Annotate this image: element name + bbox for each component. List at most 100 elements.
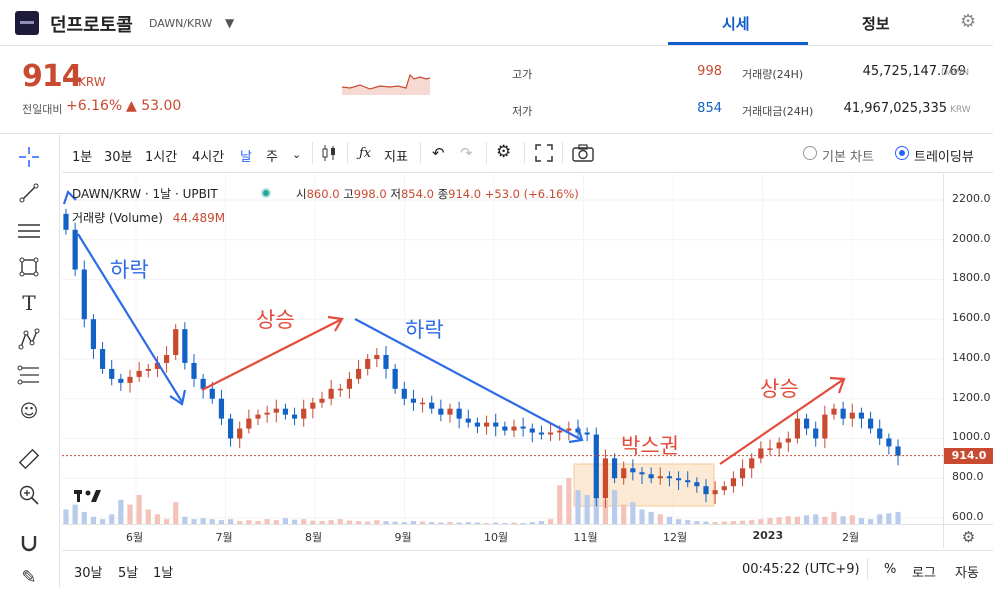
candle-body	[136, 370, 142, 377]
chevron-down-icon[interactable]: ▼	[225, 16, 234, 30]
interval-1h[interactable]: 1시간	[145, 146, 177, 165]
candle-body	[776, 442, 782, 449]
candle-body	[611, 458, 618, 479]
close-label: 종	[437, 187, 449, 201]
current-price-tag: 914.0	[944, 447, 993, 464]
volume-bar	[886, 513, 892, 524]
candle-body	[822, 414, 828, 439]
pattern-icon[interactable]	[15, 325, 43, 353]
bottom-bar: 30날 5날 1날 00:45:22 (UTC+9) % 로그 자동	[62, 550, 993, 587]
chart-canvas[interactable]: DAWN/KRW · 1날 · UPBIT 시860.0 고998.0 저854…	[62, 174, 943, 524]
price-tick-label: 800.0	[952, 470, 984, 484]
volume-bar	[648, 511, 654, 524]
coin-pair: DAWN/KRW	[149, 17, 213, 30]
interval-4h[interactable]: 4시간	[192, 146, 224, 165]
toolbar-divider	[867, 558, 868, 580]
toolbar-divider	[524, 142, 525, 164]
price-chart[interactable]	[62, 174, 943, 524]
time-tick-label: 12월	[663, 531, 688, 544]
current-price: 914	[22, 59, 83, 94]
trendline-icon[interactable]	[15, 179, 43, 207]
candle-style-icon[interactable]	[320, 143, 338, 167]
candle-body	[81, 269, 87, 320]
range-5d[interactable]: 5날	[118, 562, 138, 581]
candle-body	[739, 468, 746, 479]
annotation-arrows	[62, 189, 846, 465]
horizontal-lines-icon[interactable]	[15, 217, 43, 245]
indicators-button[interactable]: 지표	[384, 146, 408, 165]
interval-30min[interactable]: 30분	[104, 146, 133, 165]
annotation-box: 박스권	[621, 434, 679, 458]
candle-body	[621, 468, 627, 479]
price-axis[interactable]: 600.0 800.0 1000.0 1200.0 1400.0 1600.0 1800.0…	[943, 174, 993, 524]
undo-icon[interactable]: ↶	[432, 144, 445, 162]
auto-toggle[interactable]: 자동	[955, 562, 979, 581]
zoom-in-icon[interactable]	[15, 481, 43, 509]
candle-body	[374, 354, 380, 359]
basic-chart-label[interactable]: 기본 차트	[822, 146, 874, 165]
candle-body	[337, 388, 343, 391]
annotation-rise-1: 상승	[256, 308, 295, 332]
redo-icon[interactable]: ↷	[460, 144, 473, 162]
volume-bar	[118, 499, 124, 524]
magnet-icon[interactable]	[15, 529, 43, 557]
interval-day[interactable]: 날	[240, 146, 252, 165]
prediction-icon[interactable]	[15, 361, 43, 389]
tab-price[interactable]: 시세	[722, 13, 750, 34]
range-1d[interactable]: 1날	[153, 562, 173, 581]
tradingview-label[interactable]: 트레이딩뷰	[914, 146, 974, 165]
candle-body	[90, 319, 97, 350]
annotation-rise-2: 상승	[760, 377, 799, 401]
percent-toggle[interactable]: %	[884, 562, 896, 577]
change-label: 전일대비	[22, 103, 63, 116]
fullscreen-icon[interactable]	[535, 144, 553, 166]
candle-body	[237, 428, 243, 439]
chart-toolbar: 1분 30분 1시간 4시간 날 주 ⌄ ƒx 지표 ↶ ↷ ⚙ 기본 차트 트…	[62, 135, 993, 173]
volume-bar	[557, 485, 563, 524]
interval-1min[interactable]: 1분	[72, 146, 92, 165]
camera-icon[interactable]	[572, 144, 594, 166]
chevron-down-icon[interactable]: ⌄	[292, 148, 301, 161]
candle-body	[209, 388, 215, 399]
basic-chart-radio[interactable]	[803, 146, 817, 160]
high-value: 998	[697, 64, 722, 79]
candle-body	[630, 468, 636, 473]
mini-sparkline	[341, 73, 431, 95]
axis-settings-icon[interactable]: ⚙	[943, 524, 993, 548]
tab-info[interactable]: 정보	[862, 13, 890, 34]
time-axis[interactable]: 6월 7월 8월 9월 10월 11월 12월 2023 2월	[62, 524, 943, 548]
candle-body	[191, 362, 197, 379]
log-toggle[interactable]: 로그	[912, 562, 936, 581]
candle-body	[173, 329, 179, 355]
interval-week[interactable]: 주	[266, 146, 278, 165]
gear-icon[interactable]: ⚙	[960, 11, 976, 32]
smiley-icon[interactable]: ☺	[15, 397, 43, 425]
candle-body	[758, 448, 764, 459]
amount-24h-label: 거래대금(24H)	[742, 105, 814, 118]
tradingview-radio[interactable]	[895, 146, 909, 160]
time-tick-label: 10월	[484, 531, 509, 544]
text-tool-icon[interactable]: T	[15, 289, 43, 317]
open-value: 860.0	[306, 187, 340, 201]
ruler-icon[interactable]	[15, 445, 43, 473]
low-value: 854	[697, 101, 722, 116]
fx-icon[interactable]: ƒx	[359, 146, 371, 161]
rectangle-icon[interactable]	[15, 253, 43, 281]
candle-body	[712, 490, 718, 495]
candle-body	[675, 478, 682, 481]
ticker-summary: 914 KRW 전일대비 +6.16% ▲ 53.00 고가 998 저가 85…	[0, 47, 993, 134]
volume-bar	[63, 509, 69, 524]
crosshair-icon[interactable]	[15, 143, 43, 171]
volume-bar	[776, 517, 782, 524]
candle-body	[593, 434, 599, 499]
volume-bar	[182, 516, 188, 524]
high-label: 고가	[512, 68, 533, 81]
range-30d[interactable]: 30날	[74, 562, 103, 581]
candle-body	[538, 432, 545, 435]
time-tick-label: 8월	[305, 531, 323, 544]
candle-body	[273, 408, 279, 413]
chart-settings-icon[interactable]: ⚙	[496, 142, 511, 162]
candle-body	[474, 422, 481, 427]
candle-body	[63, 213, 69, 230]
volume-bar	[794, 516, 801, 524]
